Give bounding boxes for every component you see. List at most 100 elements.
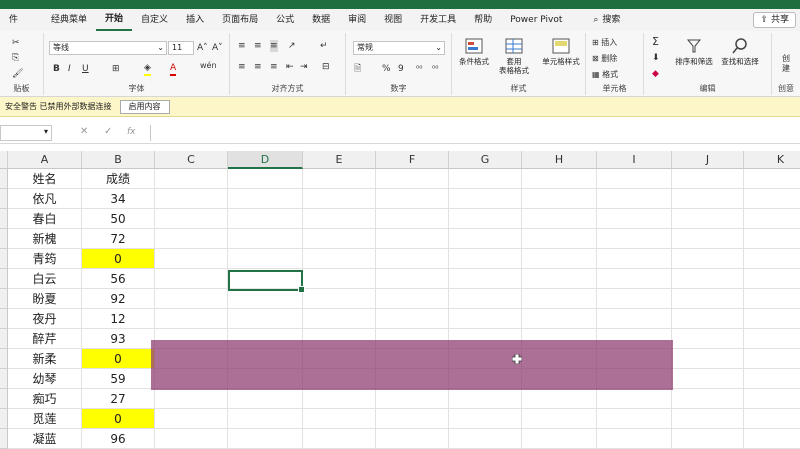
cell-empty[interactable]	[303, 389, 376, 409]
row-header[interactable]	[0, 429, 8, 449]
align-top-icon[interactable]: ≡	[238, 40, 246, 52]
cell-empty[interactable]	[597, 169, 672, 189]
cell-empty[interactable]	[303, 169, 376, 189]
tab-2[interactable]: 开始	[96, 9, 133, 31]
cell-styles-button[interactable]: 单元格样式	[538, 37, 584, 66]
cell-empty[interactable]	[522, 269, 597, 289]
fill-icon[interactable]: ⬇	[652, 52, 660, 64]
tab-11[interactable]: 帮助	[465, 9, 501, 31]
cell-empty[interactable]	[672, 289, 744, 309]
phonetic-button[interactable]: wén	[200, 60, 217, 72]
cell-empty[interactable]	[376, 229, 449, 249]
row-header[interactable]	[0, 349, 8, 369]
tab-7[interactable]: 数据	[303, 9, 339, 31]
cell-empty[interactable]	[744, 329, 800, 349]
orientation-icon[interactable]: ↗	[288, 40, 296, 52]
cell-empty[interactable]	[744, 389, 800, 409]
increase-decimal-icon[interactable]: ⁰⁰	[416, 63, 422, 75]
cell-empty[interactable]	[449, 269, 522, 289]
cell-name[interactable]: 新柔	[8, 349, 82, 369]
cell-empty[interactable]	[672, 389, 744, 409]
column-header-b[interactable]: B	[82, 151, 155, 169]
number-format-select[interactable]: 常规 ⌄	[353, 41, 445, 55]
format-as-table-button[interactable]: 套用 表格格式	[494, 37, 534, 75]
cell-empty[interactable]	[597, 209, 672, 229]
cell-empty[interactable]	[155, 409, 228, 429]
cell-empty[interactable]	[449, 229, 522, 249]
autosum-button[interactable]: Σ	[652, 36, 659, 48]
column-header-g[interactable]: G	[449, 151, 522, 169]
cell-empty[interactable]	[376, 389, 449, 409]
tab-9[interactable]: 视图	[375, 9, 411, 31]
tab-8[interactable]: 审阅	[339, 9, 375, 31]
cell-empty[interactable]	[449, 389, 522, 409]
row-header[interactable]	[0, 289, 8, 309]
cell-empty[interactable]	[228, 389, 303, 409]
currency-icon[interactable]: 🗎	[354, 63, 361, 75]
tab-12[interactable]: Power Pivot	[501, 9, 584, 31]
cell-score[interactable]: 27	[82, 389, 155, 409]
row-header[interactable]	[0, 229, 8, 249]
tab-1[interactable]: 经典菜单	[42, 9, 96, 31]
cell-empty[interactable]	[744, 249, 800, 269]
cell-empty[interactable]	[672, 189, 744, 209]
merge-center-icon[interactable]: ⊟	[322, 61, 330, 73]
cell-empty[interactable]	[303, 249, 376, 269]
comma-button[interactable]: 9	[398, 63, 404, 75]
cell-score[interactable]: 0	[82, 249, 155, 269]
cell-name[interactable]: 姓名	[8, 169, 82, 189]
font-name-select[interactable]: 等线 ⌄	[49, 41, 167, 55]
row-header[interactable]	[0, 209, 8, 229]
align-bottom-icon[interactable]: ≡	[270, 40, 278, 52]
cell-name[interactable]: 春白	[8, 209, 82, 229]
cell-empty[interactable]	[744, 429, 800, 449]
formula-input[interactable]	[150, 125, 800, 141]
tab-0[interactable]: 件	[0, 9, 42, 31]
tab-13[interactable]: ⌕ 搜索	[584, 9, 629, 31]
cell-empty[interactable]	[376, 249, 449, 269]
cell-empty[interactable]	[228, 289, 303, 309]
cell-empty[interactable]	[672, 409, 744, 429]
cell-empty[interactable]	[303, 409, 376, 429]
cell-empty[interactable]	[672, 229, 744, 249]
row-header[interactable]	[0, 249, 8, 269]
column-header-d[interactable]: D	[228, 151, 303, 169]
cell-name[interactable]: 白云	[8, 269, 82, 289]
cell-empty[interactable]	[449, 189, 522, 209]
row-header[interactable]	[0, 409, 8, 429]
cell-name[interactable]: 依凡	[8, 189, 82, 209]
cell-empty[interactable]	[155, 429, 228, 449]
cell-empty[interactable]	[597, 409, 672, 429]
decrease-indent-icon[interactable]: ⇤	[286, 61, 294, 73]
cell-empty[interactable]	[522, 249, 597, 269]
clear-icon[interactable]: ◆	[652, 68, 659, 80]
cell-empty[interactable]	[522, 409, 597, 429]
cell-empty[interactable]	[155, 209, 228, 229]
cell-empty[interactable]	[155, 169, 228, 189]
delete-cells-button[interactable]: ⊠ 删除	[592, 53, 617, 65]
row-header[interactable]	[0, 309, 8, 329]
cell-score[interactable]: 12	[82, 309, 155, 329]
share-button[interactable]: ⇪ 共享	[753, 12, 796, 28]
cell-empty[interactable]	[744, 369, 800, 389]
row-header[interactable]	[0, 369, 8, 389]
grow-font-button[interactable]: A˄	[197, 42, 208, 54]
underline-button[interactable]: U	[82, 63, 89, 75]
cell-empty[interactable]	[228, 249, 303, 269]
column-header-c[interactable]: C	[155, 151, 228, 169]
cell-empty[interactable]	[522, 289, 597, 309]
cell-empty[interactable]	[449, 429, 522, 449]
cut-icon[interactable]: ✂	[12, 37, 20, 49]
cell-score[interactable]: 59	[82, 369, 155, 389]
cell-empty[interactable]	[597, 249, 672, 269]
cell-score[interactable]: 96	[82, 429, 155, 449]
column-header-h[interactable]: H	[522, 151, 597, 169]
format-painter-icon[interactable]: 🖌	[12, 68, 23, 80]
cell-empty[interactable]	[522, 309, 597, 329]
cell-empty[interactable]	[744, 309, 800, 329]
cell-empty[interactable]	[449, 209, 522, 229]
cell-empty[interactable]	[449, 289, 522, 309]
cell-empty[interactable]	[228, 309, 303, 329]
align-center-icon[interactable]: ≡	[254, 61, 262, 73]
cell-empty[interactable]	[376, 409, 449, 429]
